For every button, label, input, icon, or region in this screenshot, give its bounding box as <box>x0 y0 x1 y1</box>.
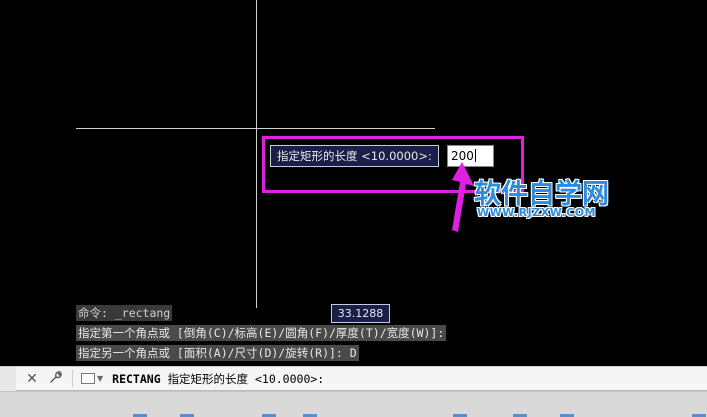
history-line: 命令: _rectang <box>76 305 173 321</box>
command-prompt-text: 指定矩形的长度 <10.0000>: <box>167 371 325 386</box>
command-name: RECTANG <box>112 371 161 386</box>
recent-commands-dropdown[interactable]: ▼ <box>81 373 103 384</box>
crosshair-horizontal-line <box>76 128 435 129</box>
status-bar <box>0 391 707 417</box>
command-history: 命令: _rectang 指定第一个角点或 [倒角(C)/标高(E)/圆角(F)… <box>76 305 447 365</box>
command-box-icon <box>81 373 95 384</box>
wrench-icon[interactable] <box>46 370 66 388</box>
chevron-down-icon: ▼ <box>97 374 104 383</box>
command-input[interactable]: RECTANG 指定矩形的长度 <10.0000>: <box>112 371 324 387</box>
command-line-grip[interactable] <box>0 366 16 391</box>
dynamic-input-prompt: 指定矩形的长度 <10.0000>: <box>270 145 439 167</box>
drawing-canvas[interactable]: 指定矩形的长度 <10.0000>: 200 软件自学网 WWW.RJZXW.C… <box>0 0 707 366</box>
history-line: 指定第一个角点或 [倒角(C)/标高(E)/圆角(F)/厚度(T)/宽度(W)]… <box>76 325 447 341</box>
watermark-url: WWW.RJZXW.COM <box>477 206 596 219</box>
separator <box>72 370 73 387</box>
crosshair-vertical-line <box>256 0 257 308</box>
history-line: 指定另一个角点或 [面积(A)/尺寸(D)/旋转(R)]: D <box>76 345 359 361</box>
command-line-bar[interactable]: ✕ ▼ RECTANG 指定矩形的长度 <10.0000>: <box>16 366 707 391</box>
close-icon[interactable]: ✕ <box>22 371 42 387</box>
watermark-logo: 软件自学网 WWW.RJZXW.COM <box>474 172 626 222</box>
